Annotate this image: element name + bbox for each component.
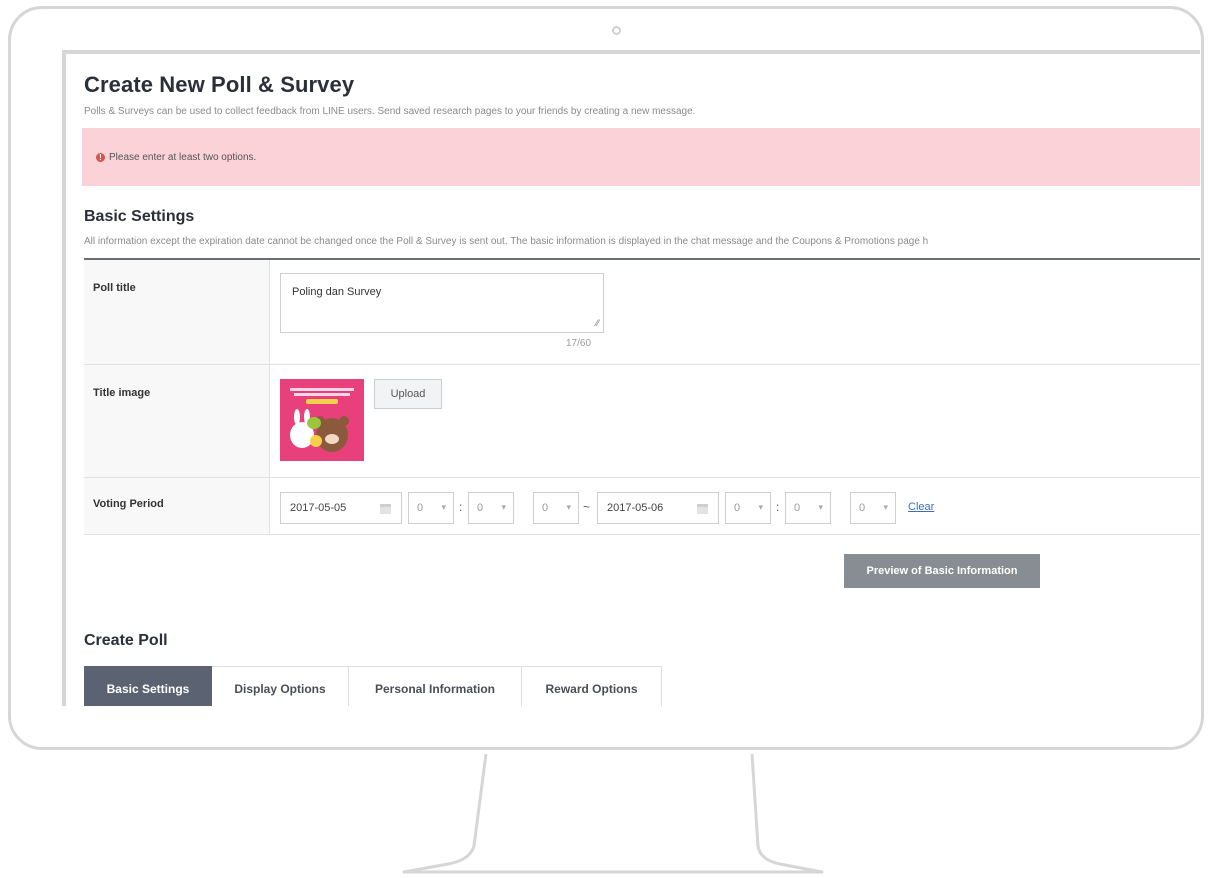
create-poll-tabs: Basic Settings Display Options Personal … (84, 666, 662, 706)
chevron-down-icon: ▾ (501, 502, 506, 512)
screen: Create New Poll & Survey Polls & Surveys… (62, 50, 1200, 706)
tab-reward-options[interactable]: Reward Options (522, 666, 662, 706)
title-image-thumbnail (280, 379, 364, 461)
line-friends-illustration-icon (290, 388, 354, 452)
exclamation-circle-icon: ! (96, 153, 105, 162)
start-minute-select[interactable]: 0 ▾ (468, 492, 514, 524)
range-separator: ~ (583, 500, 591, 514)
title-image-row: Title image Upload (84, 365, 1200, 478)
tab-display-options[interactable]: Display Options (212, 666, 349, 706)
title-image-label: Title image (93, 387, 151, 399)
time-separator: : (459, 500, 463, 514)
end-date-input[interactable]: 2017-05-06 (597, 492, 719, 524)
basic-settings-description: All information except the expiration da… (84, 236, 929, 247)
calendar-icon[interactable] (380, 504, 391, 514)
preview-basic-info-button[interactable]: Preview of Basic Information (844, 554, 1040, 588)
chevron-down-icon: ▾ (818, 502, 823, 512)
upload-button[interactable]: Upload (374, 379, 442, 409)
poll-title-char-count: 17/60 (566, 338, 592, 349)
page-title: Create New Poll & Survey (84, 72, 355, 97)
camera-dot (612, 26, 621, 35)
voting-period-row: Voting Period 2017-05-05 0 ▾ : 0 ▾ 0 ▾ ~… (84, 478, 1200, 535)
basic-settings-title: Basic Settings (84, 208, 195, 225)
tab-basic-settings[interactable]: Basic Settings (84, 666, 212, 706)
calendar-icon[interactable] (697, 504, 708, 514)
end-hour-select[interactable]: 0 ▾ (725, 492, 771, 524)
clear-link[interactable]: Clear (908, 501, 934, 513)
chevron-down-icon: ▾ (566, 502, 571, 512)
poll-title-input[interactable]: Poling dan Survey ⁄⁄ (280, 273, 604, 333)
poll-title-label: Poll title (93, 282, 136, 294)
error-alert: ! Please enter at least two options. (82, 128, 1200, 186)
chevron-down-icon: ▾ (758, 502, 763, 512)
resize-handle-icon[interactable]: ⁄⁄ (596, 318, 599, 328)
alert-message: Please enter at least two options. (109, 152, 257, 163)
end-second-select[interactable]: 0 ▾ (850, 492, 896, 524)
create-poll-title: Create Poll (84, 632, 168, 649)
page-description: Polls & Surveys can be used to collect f… (84, 106, 696, 117)
poll-title-value: Poling dan Survey (292, 286, 382, 298)
time-separator: : (776, 500, 780, 514)
start-hour-select[interactable]: 0 ▾ (408, 492, 454, 524)
chevron-down-icon: ▾ (441, 502, 446, 512)
tab-personal-information[interactable]: Personal Information (349, 666, 522, 706)
voting-period-label: Voting Period (93, 498, 164, 510)
start-second-select[interactable]: 0 ▾ (533, 492, 579, 524)
chevron-down-icon: ▾ (883, 502, 888, 512)
poll-title-row: Poll title Poling dan Survey ⁄⁄ 17/60 (84, 260, 1200, 365)
basic-settings-form: Poll title Poling dan Survey ⁄⁄ 17/60 Ti… (84, 258, 1200, 535)
end-minute-select[interactable]: 0 ▾ (785, 492, 831, 524)
start-date-input[interactable]: 2017-05-05 (280, 492, 402, 524)
